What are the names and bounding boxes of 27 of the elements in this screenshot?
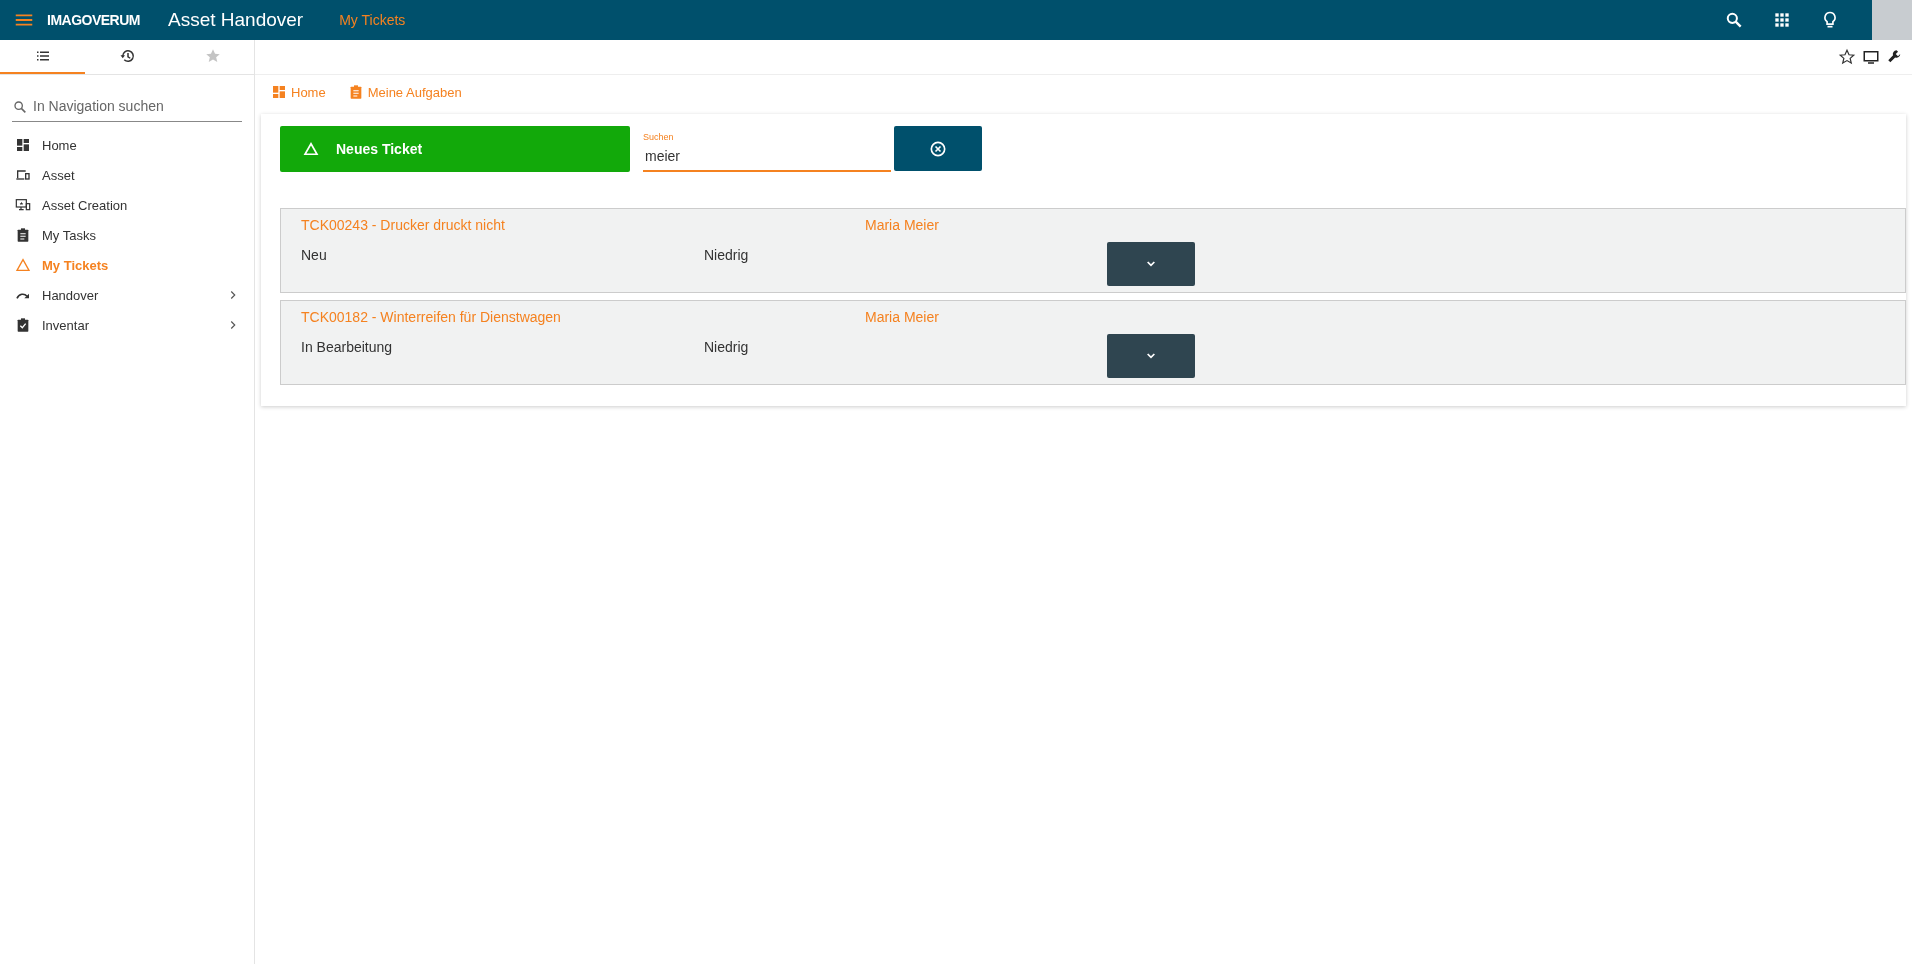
page-title: My Tickets xyxy=(339,12,406,28)
search-label: Suchen xyxy=(643,132,674,142)
nav-item[interactable]: Home xyxy=(0,130,254,160)
clear-search-button[interactable] xyxy=(894,126,982,171)
monitor-icon[interactable] xyxy=(1862,48,1880,66)
nav-item[interactable]: Inventar xyxy=(0,310,254,340)
triangle-icon xyxy=(302,140,320,158)
nav-item[interactable]: Asset Creation xyxy=(0,190,254,220)
app-title: Asset Handover xyxy=(168,9,304,31)
dashboard-icon xyxy=(271,84,287,100)
ticket-status: In Bearbeitung xyxy=(301,338,394,355)
search-icon[interactable] xyxy=(1724,10,1744,30)
navigation-search-field[interactable]: In Navigation suchen xyxy=(12,91,242,122)
nav-item[interactable]: My Tasks xyxy=(0,220,254,250)
star-outline-icon[interactable] xyxy=(1838,48,1856,66)
search-icon xyxy=(12,99,28,115)
ticket-person: Maria Meier xyxy=(865,217,939,233)
ticket-status: Neu xyxy=(301,246,328,263)
search-field[interactable]: meier xyxy=(643,142,891,172)
ticket-priority: Niedrig xyxy=(704,338,750,355)
ticket-person: Maria Meier xyxy=(865,309,939,325)
history-icon xyxy=(118,47,137,65)
apps-grid-icon[interactable] xyxy=(1772,10,1792,30)
logo: IMAGOVERUM xyxy=(47,12,140,28)
nav-item[interactable]: Handover xyxy=(0,280,254,310)
ticket-priority: Niedrig xyxy=(704,246,750,263)
nav-item[interactable]: Asset xyxy=(0,160,254,190)
